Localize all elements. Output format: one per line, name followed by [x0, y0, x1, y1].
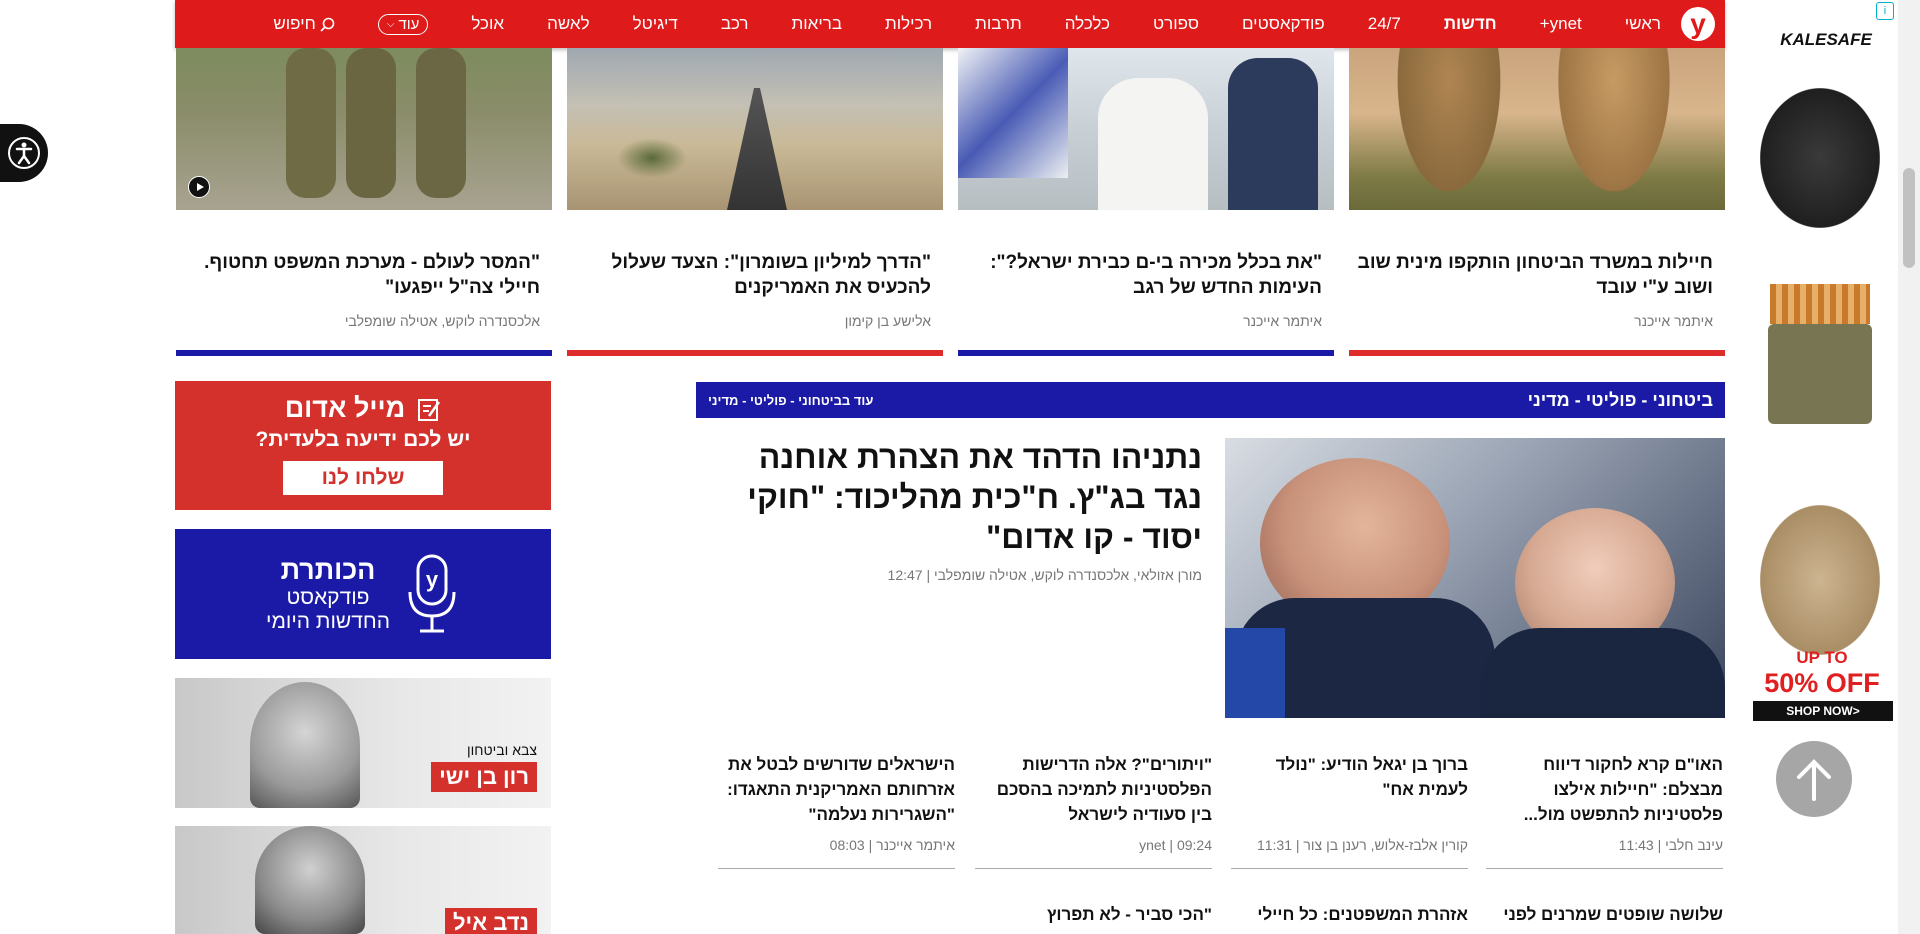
sub-story-divider-1 [1486, 868, 1723, 869]
section-more-link[interactable]: עוד בביטחוני - פוליטי - מדיני [708, 393, 873, 408]
top-article-title-1[interactable]: חיילות במשרד הביטחון הותקפו מינית שוב וש… [1338, 250, 1713, 300]
columnist-photo-2 [255, 826, 365, 934]
nav-item-247[interactable]: 24/7 [1368, 14, 1401, 34]
top-article-bar-3 [567, 350, 943, 356]
podcast-title: הכותרת [280, 554, 376, 585]
page-scrollbar[interactable] [1898, 0, 1920, 934]
top-article-image-1[interactable] [1349, 48, 1725, 210]
sub-story-title-5[interactable]: שלושה שופטים שמרנים לפני [1486, 902, 1723, 927]
nav-item-women[interactable]: לאשה [547, 14, 590, 34]
scrollbar-thumb[interactable] [1903, 168, 1915, 268]
nav-item-sport[interactable]: ספורט [1153, 14, 1199, 34]
nav-item-podcasts[interactable]: פודקאסטים [1242, 14, 1325, 34]
accessibility-icon [8, 137, 40, 169]
top-article-image-2[interactable] [958, 48, 1334, 210]
ad-offer-top: UP TO [1796, 648, 1848, 667]
sub-story-title-4[interactable]: הישראלים שדורשים לבטל את אזרחותם האמריקנ… [718, 752, 955, 827]
nav-item-cars[interactable]: רכב [721, 14, 749, 34]
ad-product-1[interactable] [1760, 88, 1880, 228]
sub-story-meta-2: קורין אלבז-אלוש, רענן בן צור | 11:31 [1256, 837, 1468, 853]
top-article-author-1: איתמר אייכנר [1634, 313, 1713, 329]
red-mail-promo[interactable]: מייל אדום יש לכם ידיעה בלעדית? שלחו לנו [175, 381, 551, 510]
sub-story-divider-3 [975, 868, 1212, 869]
podcast-line1: פודקאסט [286, 585, 370, 609]
nav-item-food[interactable]: אוכל [471, 14, 504, 34]
sub-story-meta-4: איתמר אייכנר | 08:03 [829, 837, 955, 853]
sub-story-title-2[interactable]: ברוך בן יגאל הודיע: "נולד לעמית אח" [1231, 752, 1468, 802]
top-article-author-4: אלכסנדרה לוקש, אטילה שומפלבי [344, 313, 540, 329]
nav-more-label: עוד [398, 15, 420, 33]
search-icon [320, 17, 335, 32]
top-article-author-3: אלישע בן קימון [844, 313, 931, 329]
top-article-author-2: איתמר אייכנר [1243, 313, 1322, 329]
ad-shop-now-button[interactable]: SHOP NOW> [1753, 701, 1893, 721]
nav-item-home[interactable]: ראשי [1625, 14, 1661, 34]
ad-product-3[interactable] [1760, 505, 1880, 655]
red-mail-subtitle: יש לכם ידיעה בלעדית? [255, 428, 471, 451]
podcast-line2: החדשות היומי [266, 609, 391, 633]
top-article-title-4[interactable]: "המסר לעולם - מערכת המשפט תחטוף. חיילי צ… [165, 250, 540, 300]
microphone-icon: y [408, 554, 456, 633]
main-story-image[interactable] [1225, 438, 1725, 718]
columnist-section-1: צבא וביטחון [467, 742, 537, 758]
top-article-image-3[interactable] [567, 48, 943, 210]
main-navbar: y ראשי ynet+ חדשות 24/7 פודקאסטים ספורט … [175, 0, 1725, 48]
red-mail-button[interactable]: שלחו לנו [283, 461, 443, 495]
sub-story-divider-2 [1231, 868, 1468, 869]
top-article-bar-4 [176, 350, 552, 356]
columnist-photo-1 [250, 682, 360, 808]
ad-offer-main: 50% OFF [1764, 668, 1880, 698]
section-header: ביטחוני - פוליטי - מדיני עוד בביטחוני - … [696, 382, 1725, 418]
columnist-name-2: נדב איל [444, 908, 537, 934]
top-article-image-4[interactable] [176, 48, 552, 210]
nav-more-button[interactable]: עוד ⌵ [377, 13, 429, 35]
columnist-card-2[interactable]: נדב איל [175, 826, 551, 934]
scroll-to-top-button[interactable] [1776, 741, 1852, 817]
sub-story-meta-3: ynet | 09:24 [1139, 837, 1212, 853]
nav-item-news[interactable]: חדשות [1444, 14, 1497, 34]
sub-story-title-7[interactable]: "הכי סביר - לא תפרוץ [975, 902, 1212, 927]
top-article-title-2[interactable]: "את בכלל מכירה בי-ם כבירת ישראל?": העימו… [947, 250, 1322, 300]
sub-story-title-3[interactable]: "ויתורים"? אלה הדרישות הפלסטיניות לתמיכה… [975, 752, 1212, 827]
edit-note-icon [418, 398, 441, 421]
chevron-down-icon: ⌵ [386, 18, 395, 30]
sub-story-meta-1: עינב חלבי | 11:43 [1618, 837, 1723, 853]
ad-brand-logo[interactable]: KALESAFE [1776, 30, 1876, 50]
nav-item-gossip[interactable]: רכילות [885, 14, 932, 34]
nav-item-digital[interactable]: דיגיטל [633, 14, 678, 34]
nav-item-health[interactable]: בריאות [791, 14, 842, 34]
svg-text:y: y [426, 567, 439, 592]
nav-search-button[interactable]: חיפוש [273, 14, 335, 34]
ad-product-2[interactable] [1760, 284, 1880, 424]
columnist-name-1: רון בן ישי [431, 762, 537, 792]
nav-item-economy[interactable]: כלכלה [1065, 14, 1110, 34]
main-story-title[interactable]: נתניהו הדהד את הצהרת אוחנה נגד בג"ץ. ח"כ… [722, 437, 1202, 557]
nav-item-culture[interactable]: תרבות [975, 14, 1022, 34]
columnist-card-1[interactable]: צבא וביטחון רון בן ישי [175, 678, 551, 808]
nav-item-ynetplus[interactable]: ynet+ [1540, 14, 1582, 34]
red-mail-title: מייל אדום [284, 393, 406, 423]
nav-search-label: חיפוש [273, 14, 316, 33]
arrow-up-icon [1797, 759, 1831, 801]
main-story-meta: מורן אזולאי, אלכסנדרה לוקש, אטילה שומפלב… [887, 567, 1202, 583]
ynet-logo[interactable]: y [1681, 7, 1715, 41]
top-article-bar-1 [1349, 350, 1725, 356]
accessibility-button[interactable] [0, 124, 48, 182]
sub-story-divider-4 [718, 868, 955, 869]
sub-story-title-1[interactable]: האו"ם קרא לחקור דיווח מבצלם: "חיילות איל… [1486, 752, 1723, 827]
top-article-title-3[interactable]: "הדרך למיליון בשומרון": הצעד שעלול להכעי… [556, 250, 931, 300]
sub-story-title-6[interactable]: אזהרת המשפטנים: כל חיילי [1231, 902, 1468, 927]
section-title[interactable]: ביטחוני - פוליטי - מדיני [1528, 390, 1713, 411]
podcast-promo[interactable]: y הכותרת פודקאסט החדשות היומי [175, 529, 551, 659]
ad-info-icon[interactable]: i [1876, 2, 1894, 20]
video-play-icon[interactable] [188, 176, 210, 198]
top-article-bar-2 [958, 350, 1334, 356]
